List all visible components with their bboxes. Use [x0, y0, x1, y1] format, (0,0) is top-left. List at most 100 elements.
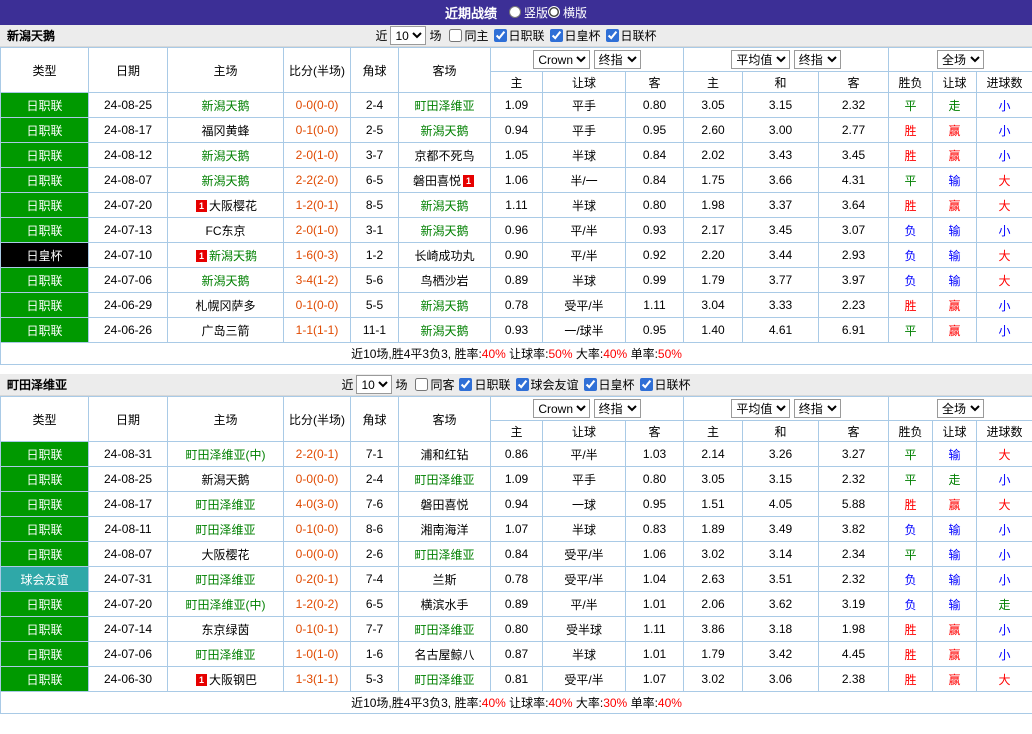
away-team-link[interactable]: 町田泽维亚: [414, 473, 474, 487]
league-filter-checkbox[interactable]: [583, 377, 597, 391]
score-link[interactable]: 1-0(1-0): [296, 647, 339, 661]
league-filter-checkbox[interactable]: [459, 377, 473, 391]
home-team-link[interactable]: 町田泽维亚: [195, 498, 255, 512]
league-filter-checkbox[interactable]: [639, 377, 653, 391]
avg-stage-select[interactable]: 终指: [793, 399, 841, 418]
home-team-link[interactable]: 新潟天鹅: [201, 274, 249, 288]
home-team-link[interactable]: 町田泽维亚: [195, 573, 255, 587]
home-team-link[interactable]: 新潟天鹅: [201, 473, 249, 487]
home-team-link[interactable]: 新潟天鹅: [209, 249, 257, 263]
score-link[interactable]: 1-2(0-2): [296, 597, 339, 611]
away-team-link[interactable]: 新潟天鹅: [420, 199, 468, 213]
home-team-link[interactable]: 东京绿茵: [201, 623, 249, 637]
handicap-stage-select[interactable]: 终指: [593, 399, 641, 418]
avg-provider-select[interactable]: 平均值: [731, 399, 791, 418]
league-filter[interactable]: 球会友谊: [515, 376, 579, 393]
score-link[interactable]: 0-1(0-0): [296, 522, 339, 536]
handicap-stage-select[interactable]: 终指: [593, 50, 641, 69]
away-team-link[interactable]: 京都不死鸟: [414, 149, 474, 163]
home-team-link[interactable]: 大阪樱花: [209, 199, 257, 213]
home-team-link[interactable]: 町田泽维亚(中): [186, 448, 266, 462]
date-cell: 24-07-13: [88, 217, 168, 243]
col-header-home: 主场: [167, 47, 284, 93]
score-link[interactable]: 0-0(0-0): [296, 98, 339, 112]
league-cell: 日职联: [0, 92, 89, 118]
score-link[interactable]: 3-4(1-2): [296, 273, 339, 287]
home-team-link[interactable]: FC东京: [206, 224, 246, 238]
score-link[interactable]: 0-1(0-0): [296, 298, 339, 312]
handicap-provider-select[interactable]: Crown: [533, 399, 591, 418]
home-team-link[interactable]: 新潟天鹅: [201, 149, 249, 163]
away-team-link[interactable]: 新潟天鹅: [420, 299, 468, 313]
avg-stage-select[interactable]: 终指: [793, 50, 841, 69]
away-team-link[interactable]: 磐田喜悦: [413, 174, 461, 188]
home-team-link[interactable]: 町田泽维亚: [195, 648, 255, 662]
league-filter[interactable]: 日职联: [459, 376, 511, 393]
layout-option[interactable]: 竖版: [508, 4, 548, 21]
away-team-link[interactable]: 町田泽维亚: [414, 623, 474, 637]
layout-radio[interactable]: [548, 6, 560, 19]
league-filter[interactable]: 日皇杯: [549, 27, 601, 44]
away-team-link[interactable]: 磐田喜悦: [420, 498, 468, 512]
score-link[interactable]: 1-6(0-3): [296, 248, 339, 262]
away-team-link[interactable]: 新潟天鹅: [420, 324, 468, 338]
score-link[interactable]: 1-3(1-1): [296, 672, 339, 686]
home-team-link[interactable]: 广岛三箭: [201, 324, 249, 338]
league-filter[interactable]: 日皇杯: [583, 376, 635, 393]
score-link[interactable]: 2-2(0-1): [296, 447, 339, 461]
home-team-link[interactable]: 新潟天鹅: [201, 99, 249, 113]
score-link[interactable]: 0-1(0-1): [296, 622, 339, 636]
score-link[interactable]: 0-0(0-0): [296, 547, 339, 561]
league-filter[interactable]: 同主: [449, 27, 489, 44]
scope-select[interactable]: 全场: [937, 399, 985, 418]
away-team-link[interactable]: 町田泽维亚: [414, 99, 474, 113]
home-team-link[interactable]: 町田泽维亚: [195, 523, 255, 537]
league-filter[interactable]: 日联杯: [639, 376, 691, 393]
league-filter-checkbox[interactable]: [415, 377, 429, 391]
home-team-link[interactable]: 大阪钢巴: [209, 673, 257, 687]
league-filter-checkbox[interactable]: [449, 28, 463, 42]
layout-option[interactable]: 横版: [548, 4, 587, 21]
away-team-link[interactable]: 新潟天鹅: [420, 224, 468, 238]
away-team-link[interactable]: 长崎成功丸: [414, 249, 474, 263]
layout-radio[interactable]: [508, 6, 521, 19]
home-team-link[interactable]: 福冈黄蜂: [201, 124, 249, 138]
score-link[interactable]: 1-2(0-1): [296, 198, 339, 212]
home-team-link[interactable]: 新潟天鹅: [201, 174, 249, 188]
away-team-link[interactable]: 兰斯: [432, 573, 456, 587]
col-header-avg-home: 主: [683, 71, 744, 93]
home-team-link[interactable]: 町田泽维亚(中): [186, 598, 266, 612]
away-team-link[interactable]: 湘南海洋: [420, 523, 468, 537]
league-filter-checkbox[interactable]: [605, 28, 619, 42]
col-header-ah-away: 客: [624, 420, 685, 442]
home-team-link[interactable]: 大阪樱花: [201, 548, 249, 562]
away-team-link[interactable]: 名古屋鲸八: [414, 648, 474, 662]
away-team-link[interactable]: 町田泽维亚: [414, 548, 474, 562]
home-team-link[interactable]: 札幌冈萨多: [195, 299, 255, 313]
away-team-link[interactable]: 浦和红钻: [420, 448, 468, 462]
score-link[interactable]: 0-0(0-0): [296, 472, 339, 486]
match-count-select[interactable]: 10: [356, 375, 393, 394]
scope-select[interactable]: 全场: [937, 50, 985, 69]
score-link[interactable]: 2-0(1-0): [296, 223, 339, 237]
league-filter-checkbox[interactable]: [549, 28, 563, 42]
score-link[interactable]: 2-2(2-0): [296, 173, 339, 187]
league-filter-checkbox[interactable]: [493, 28, 507, 42]
score-link[interactable]: 4-0(3-0): [296, 497, 339, 511]
league-filter[interactable]: 日职联: [493, 27, 545, 44]
away-team-link[interactable]: 町田泽维亚: [414, 673, 474, 687]
away-team-link[interactable]: 新潟天鹅: [420, 124, 468, 138]
score-link[interactable]: 0-1(0-0): [296, 123, 339, 137]
match-count-select[interactable]: 10: [390, 26, 427, 45]
score-link[interactable]: 1-1(1-1): [296, 323, 339, 337]
score-link[interactable]: 2-0(1-0): [296, 148, 339, 162]
score-link[interactable]: 0-2(0-1): [296, 572, 339, 586]
avg-provider-select[interactable]: 平均值: [731, 50, 791, 69]
league-filter[interactable]: 日联杯: [605, 27, 657, 44]
league-filter-checkbox[interactable]: [515, 377, 529, 391]
handicap-provider-select[interactable]: Crown: [533, 50, 591, 69]
league-filter[interactable]: 同客: [415, 376, 454, 393]
avg-draw-odds: 3.66: [742, 167, 820, 193]
away-team-link[interactable]: 横滨水手: [420, 598, 468, 612]
away-team-link[interactable]: 鸟栖沙岩: [420, 274, 468, 288]
